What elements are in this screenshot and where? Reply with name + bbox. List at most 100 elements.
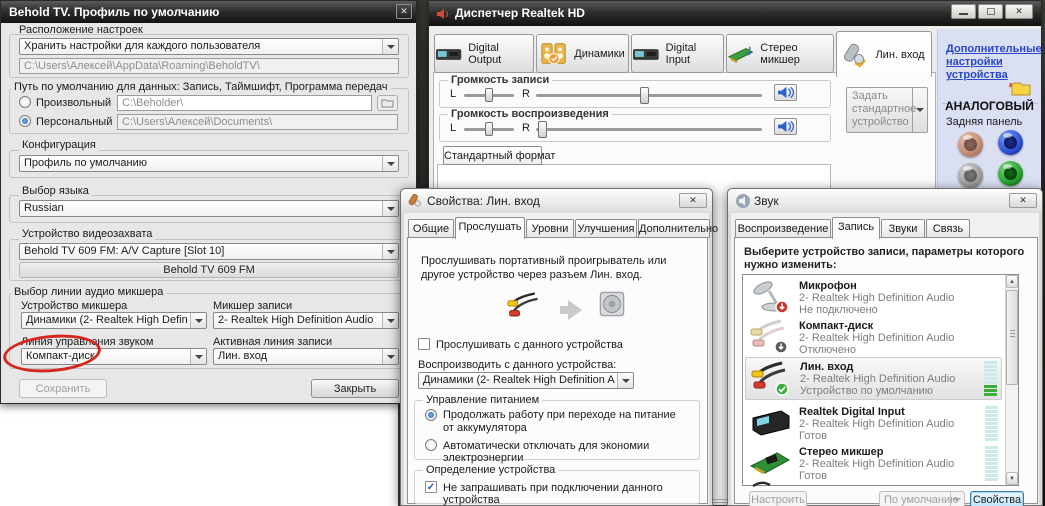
device-row-stereo-mixer[interactable]: Стерео микшер 2- Realtek High Definition… [745, 443, 1002, 483]
jack-gray[interactable] [958, 163, 983, 188]
chevron-down-icon[interactable] [382, 156, 398, 171]
language-combo[interactable]: Russian [19, 200, 399, 217]
chevron-down-icon[interactable] [190, 349, 206, 364]
set-default-button[interactable]: По умолчанию [879, 491, 965, 506]
custom-path-field[interactable]: C:\Beholder\ [117, 95, 372, 111]
playback-volume-slider[interactable] [536, 128, 762, 131]
playback-balance-slider[interactable] [464, 128, 514, 131]
device-row-line-in[interactable]: Лин. вход 2- Realtek High Definition Aud… [745, 357, 1002, 400]
properties-body: Общие Прослушать Уровни Улучшения Дополн… [404, 213, 709, 505]
personal-path-radio[interactable] [19, 115, 31, 127]
chevron-down-icon[interactable] [382, 349, 398, 364]
speaker-box-icon [596, 288, 628, 320]
rca-cable-pale-icon [749, 319, 793, 355]
close-icon[interactable]: ✕ [396, 4, 412, 19]
additional-device-settings-link[interactable]: Дополнительные настройки устройства [946, 43, 1038, 82]
tab-advanced[interactable]: Дополнительно [638, 219, 710, 238]
capture-device-name-button[interactable]: Behold TV 609 FM [19, 262, 399, 278]
behold-titlebar[interactable]: Behold TV. Профиль по умолчанию [1, 1, 416, 23]
capture-device-combo[interactable]: Behold TV 609 FM: A/V Capture [Slot 10] [19, 243, 399, 260]
no-prompt-checkbox[interactable]: ✓ [425, 481, 437, 493]
chevron-down-icon[interactable] [382, 313, 398, 328]
power-auto-off-radio[interactable] [425, 439, 437, 451]
record-mixer-combo[interactable]: 2- Realtek High Definition Audio [213, 312, 399, 329]
settings-storage-combo[interactable]: Хранить настройки для каждого пользовате… [19, 38, 399, 55]
scroll-up-icon[interactable]: ▲ [1006, 275, 1018, 288]
chevron-down-icon[interactable] [382, 244, 398, 259]
list-scrollbar[interactable]: ▲ ▼ [1005, 275, 1018, 485]
device-row-digital-input[interactable]: Realtek Digital Input 2- Realtek High De… [745, 403, 1002, 443]
properties-button[interactable]: Свойства [970, 491, 1024, 506]
device-row-cd[interactable]: Компакт-диск 2- Realtek High Definition … [745, 317, 1002, 357]
recording-device-list[interactable]: Микрофон 2- Realtek High Definition Audi… [742, 274, 1019, 486]
tab-speakers[interactable]: Динамики [536, 34, 629, 73]
tab-enhancements[interactable]: Улучшения [575, 219, 637, 238]
slider-thumb[interactable] [538, 121, 547, 138]
tab-standard-format[interactable]: Стандартный формат [443, 146, 542, 165]
tab-playback[interactable]: Воспроизведение [735, 219, 831, 238]
playback-volume-group: Громкость воспроизведения L R [439, 114, 831, 142]
capture-device-label: Устройство видеозахвата [19, 228, 155, 240]
chevron-down-icon[interactable] [190, 313, 206, 328]
close-icon[interactable]: ✕ [1009, 193, 1037, 208]
scrollbar-thumb[interactable] [1006, 290, 1018, 385]
tab-sounds[interactable]: Звуки [881, 219, 925, 238]
device-row-microphone[interactable]: Микрофон 2- Realtek High Definition Audi… [745, 277, 1002, 317]
tab-general[interactable]: Общие [408, 219, 454, 238]
configure-button[interactable]: Настроить [749, 491, 807, 506]
slider-thumb[interactable] [485, 122, 493, 136]
tab-listen[interactable]: Прослушать [455, 217, 525, 239]
chevron-down-icon[interactable] [382, 39, 398, 54]
recording-tab-page: Выберите устройство записи, параметры ко… [734, 237, 1038, 504]
microphone-icon [749, 279, 793, 315]
properties-tabs: Общие Прослушать Уровни Улучшения Дополн… [406, 219, 707, 239]
tab-line-in[interactable]: Лин. вход [836, 31, 932, 78]
active-record-line-combo[interactable]: Лин. вход [213, 348, 399, 365]
close-icon[interactable]: ✕ [1005, 4, 1033, 19]
record-balance-slider[interactable] [464, 94, 514, 97]
speakers-icon [540, 42, 568, 66]
configuration-combo[interactable]: Профиль по умолчанию [19, 155, 399, 172]
tab-communications[interactable]: Связь [926, 219, 970, 238]
tab-digital-output[interactable]: Digital Output [434, 34, 534, 73]
custom-path-radio-label: Произвольный [36, 97, 111, 109]
mixer-device-combo[interactable]: Динамики (2- Realtek High Definition Aud… [21, 312, 207, 329]
jack-green[interactable] [998, 161, 1023, 186]
power-continue-radio[interactable] [425, 409, 437, 421]
background-window [0, 404, 400, 506]
playback-device-combo[interactable]: Динамики (2- Realtek High Definition Aud… [418, 372, 634, 389]
browse-folder-button[interactable] [377, 95, 398, 111]
properties-titlebar[interactable]: Свойства: Лин. вход ✕ [401, 189, 712, 213]
close-icon[interactable]: ✕ [679, 193, 707, 208]
power-management-group: Управление питанием Продолжать работу пр… [414, 400, 700, 460]
tab-levels[interactable]: Уровни [526, 219, 574, 238]
record-mute-button[interactable] [774, 84, 797, 101]
behold-tv-window: Behold TV. Профиль по умолчанию ✕ Распол… [0, 0, 417, 404]
maximize-button[interactable] [978, 4, 1003, 19]
analog-heading: АНАЛОГОВЫЙ [945, 99, 1034, 113]
close-button[interactable]: Закрыть [311, 379, 399, 398]
realtek-titlebar[interactable]: Диспетчер Realtek HD [429, 1, 1041, 26]
record-volume-slider[interactable] [536, 94, 762, 97]
save-button[interactable]: Сохранить [19, 379, 107, 398]
set-default-device-button[interactable]: Задать стандартное устройство [846, 87, 928, 133]
desktop: Behold TV. Профиль по умолчанию ✕ Распол… [0, 0, 1045, 506]
playback-mute-button[interactable] [774, 118, 797, 135]
tab-digital-input[interactable]: Digital Input [631, 34, 724, 73]
tab-label: Динамики [574, 48, 624, 60]
slider-thumb[interactable] [485, 88, 493, 102]
listen-checkbox[interactable] [418, 338, 430, 350]
digital-device-icon [435, 45, 462, 63]
chevron-down-icon[interactable] [382, 201, 398, 216]
sound-titlebar[interactable]: Звук ✕ [728, 189, 1042, 213]
tab-stereo-mixer[interactable]: Стерео микшер [726, 34, 834, 73]
slider-thumb[interactable] [640, 87, 649, 104]
tab-recording[interactable]: Запись [832, 217, 880, 239]
custom-path-radio[interactable] [19, 96, 31, 108]
jack-pink[interactable] [958, 132, 983, 157]
language-label: Выбор языка [19, 185, 92, 197]
scroll-down-icon[interactable]: ▼ [1006, 472, 1018, 485]
jack-blue[interactable] [998, 130, 1023, 155]
minimize-button[interactable] [951, 4, 976, 19]
chevron-down-icon[interactable] [617, 373, 633, 388]
